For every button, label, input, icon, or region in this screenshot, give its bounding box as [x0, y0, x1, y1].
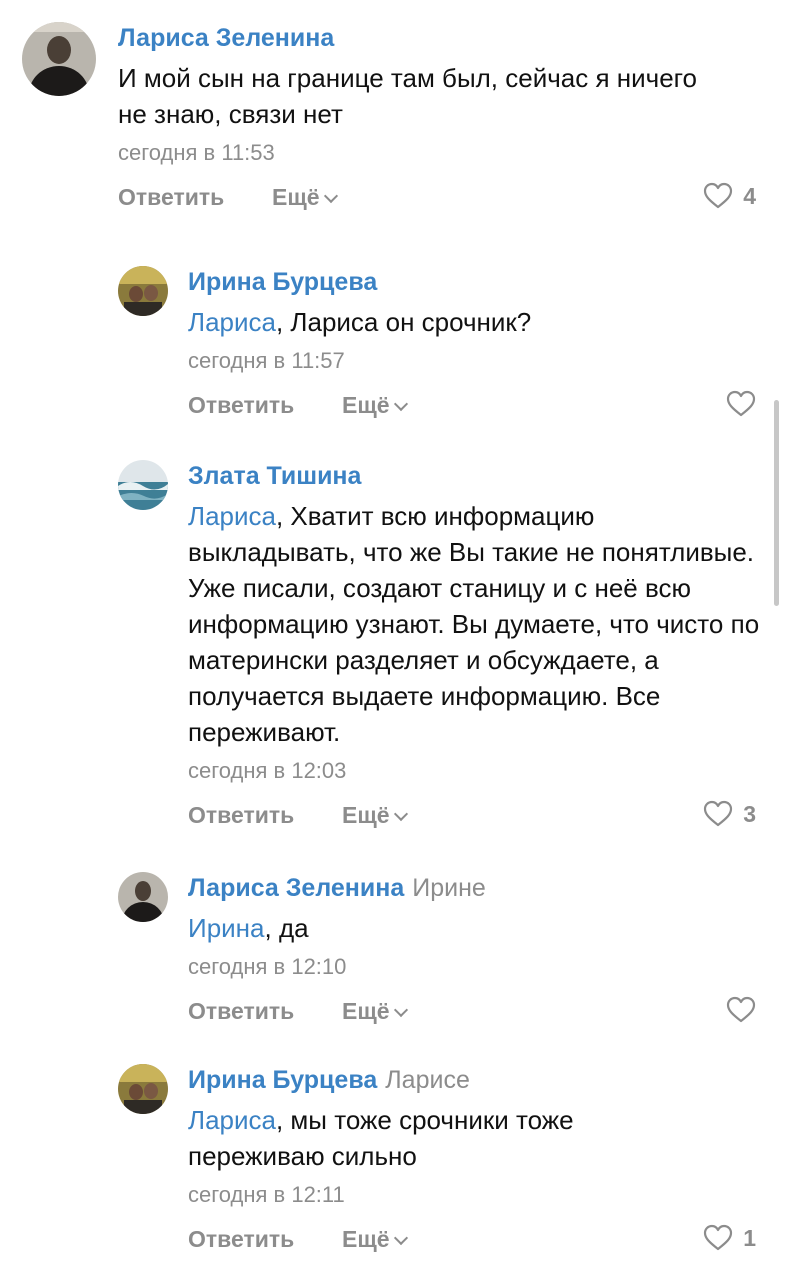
- like-count: 1: [743, 1224, 756, 1251]
- chevron-down-icon: [393, 396, 408, 412]
- comment-text: Лариса, Лариса он срочник?: [188, 304, 756, 340]
- comment-text-body: , Хватит всю информацию выкладывать, что…: [188, 501, 760, 747]
- author-name[interactable]: Ирина Бурцева: [188, 268, 377, 296]
- author-line: Злата Тишина: [188, 460, 756, 492]
- author-line: Лариса Зеленина: [118, 22, 756, 54]
- chevron-down-icon: [393, 806, 408, 822]
- reply-to-label[interactable]: Ирине: [412, 874, 486, 902]
- author-line: Ирина Бурцева Ларисе: [188, 1064, 756, 1096]
- comment-text: И мой сын на границе там был, сейчас я н…: [118, 63, 698, 129]
- comment-actions: Ответить Ещё 4: [118, 182, 756, 220]
- comment-date[interactable]: сегодня в 12:10: [188, 952, 756, 982]
- comment-text-body: , да: [264, 913, 309, 943]
- author-name[interactable]: Ирина Бурцева: [188, 1066, 377, 1094]
- comment-actions: Ответить Ещё: [188, 996, 756, 1034]
- comment-body: Лариса Зеленина И мой сын на границе там…: [118, 22, 756, 220]
- comment-body: Ирина Бурцева Ларисе Лариса, мы тоже сроч…: [188, 1064, 756, 1262]
- more-label: Ещё: [342, 998, 390, 1024]
- comment-text: Ирина, да: [188, 910, 756, 946]
- avatar[interactable]: [22, 22, 96, 96]
- heart-icon: [704, 800, 733, 827]
- author-name[interactable]: Лариса Зеленина: [188, 874, 404, 902]
- mention-link[interactable]: Лариса: [188, 501, 276, 531]
- chevron-down-icon: [323, 188, 338, 204]
- mention-link[interactable]: Лариса: [188, 1105, 276, 1135]
- like-button[interactable]: 3: [703, 800, 756, 828]
- comment-date[interactable]: сегодня в 11:57: [188, 346, 756, 376]
- author-line: Лариса Зеленина Ирине: [188, 872, 756, 904]
- more-label: Ещё: [342, 1226, 390, 1252]
- more-button[interactable]: Ещё: [342, 998, 408, 1025]
- reply-to-label[interactable]: Ларисе: [385, 1066, 470, 1094]
- heart-icon: [726, 996, 756, 1023]
- more-button[interactable]: Ещё: [342, 802, 408, 829]
- like-count: 4: [743, 182, 756, 209]
- comment-body: Злата Тишина Лариса, Хватит всю информац…: [188, 460, 759, 838]
- avatar[interactable]: [118, 460, 168, 510]
- comment-text: Лариса, мы тоже срочники тоже переживаю …: [188, 1102, 658, 1174]
- heart-icon: [726, 390, 756, 417]
- chevron-down-icon: [393, 1230, 408, 1246]
- comment-text: Лариса, Хватит всю информацию выкладыват…: [188, 498, 764, 750]
- comment-date[interactable]: сегодня в 11:53: [118, 138, 756, 168]
- more-button[interactable]: Ещё: [342, 1226, 408, 1253]
- comment-text-body: , Лариса он срочник?: [275, 307, 532, 337]
- comment-body: Лариса Зеленина Ирине Ирина, да сегодня в…: [188, 872, 756, 1034]
- avatar[interactable]: [118, 1064, 168, 1114]
- like-button[interactable]: [726, 996, 756, 1024]
- more-label: Ещё: [342, 392, 390, 418]
- reply-button[interactable]: Ответить: [188, 802, 294, 829]
- mention-link[interactable]: Лариса: [188, 307, 276, 337]
- comment-actions: Ответить Ещё: [188, 390, 756, 428]
- reply-button[interactable]: Ответить: [118, 184, 224, 211]
- heart-icon: [704, 182, 733, 209]
- heart-icon: [704, 1224, 733, 1251]
- like-button[interactable]: 1: [703, 1224, 756, 1252]
- comment-actions: Ответить Ещё 1: [188, 1224, 756, 1262]
- like-count: 3: [743, 800, 756, 827]
- reply-button[interactable]: Ответить: [188, 998, 294, 1025]
- like-button[interactable]: [726, 390, 756, 418]
- more-button[interactable]: Ещё: [272, 184, 338, 211]
- more-button[interactable]: Ещё: [342, 392, 408, 419]
- avatar[interactable]: [118, 872, 168, 922]
- comment-body: Ирина Бурцева Лариса, Лариса он срочник?…: [188, 266, 756, 428]
- author-name[interactable]: Злата Тишина: [188, 462, 361, 490]
- comment-actions: Ответить Ещё 3: [188, 800, 756, 838]
- author-name[interactable]: Лариса Зеленина: [118, 24, 334, 52]
- avatar[interactable]: [118, 266, 168, 316]
- reply-button[interactable]: Ответить: [188, 1226, 294, 1253]
- more-label: Ещё: [272, 184, 320, 210]
- more-label: Ещё: [342, 802, 390, 828]
- reply-button[interactable]: Ответить: [188, 392, 294, 419]
- mention-link[interactable]: Ирина: [188, 913, 265, 943]
- like-button[interactable]: 4: [703, 182, 756, 210]
- comment-date[interactable]: сегодня в 12:03: [188, 756, 756, 786]
- comment-date[interactable]: сегодня в 12:11: [188, 1180, 756, 1210]
- author-line: Ирина Бурцева: [188, 266, 756, 298]
- scrollbar[interactable]: [774, 400, 779, 606]
- chevron-down-icon: [393, 1002, 408, 1018]
